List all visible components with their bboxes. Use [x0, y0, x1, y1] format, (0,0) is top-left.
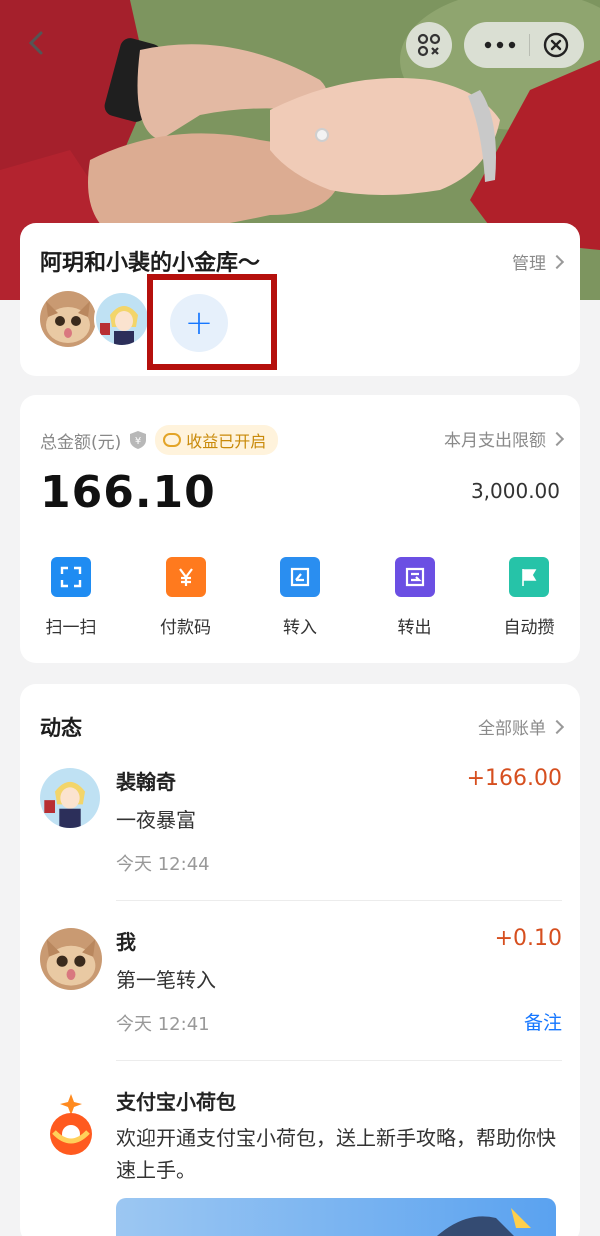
- divider: [116, 1060, 562, 1061]
- shield-yuan-icon[interactable]: ¥: [129, 430, 147, 450]
- activity-note: 第一笔转入: [116, 968, 216, 992]
- manage-link[interactable]: 管理: [512, 249, 565, 274]
- activity-time: 今天 12:44: [116, 854, 210, 875]
- chevron-right-icon: [549, 431, 565, 446]
- earnings-badge-label: 收益已开启: [186, 432, 267, 451]
- promo-text: 欢迎开通支付宝小荷包，送上新手攻略，帮助你快速上手。: [116, 1126, 556, 1182]
- monthly-limit-value: 3,000.00: [470, 479, 560, 503]
- action-scan[interactable]: 扫一扫: [29, 557, 113, 638]
- total-amount-value: 166.10: [40, 467, 216, 518]
- chevron-right-icon: [549, 254, 565, 269]
- activity-card: 动态 全部账单 裴翰奇 一夜暴富 今天 12:44 +166.00 我 第一笔转…: [20, 684, 580, 1236]
- balance-card: 总金额(元) ¥ 收益已开启 本月支出限额 166.10 3,000.00 扫一…: [20, 395, 580, 663]
- activity-avatar-cat: [40, 928, 102, 990]
- divider: [116, 900, 562, 901]
- monthly-limit-label: 本月支出限额: [444, 431, 546, 451]
- activity-time: 今天 12:41: [116, 1014, 210, 1035]
- flag-icon: [509, 557, 549, 597]
- remark-link[interactable]: 备注: [524, 1008, 562, 1035]
- member-avatar-anime[interactable]: [94, 291, 150, 347]
- capsule-menu: [464, 22, 584, 68]
- action-transfer-in[interactable]: 转入: [258, 557, 342, 638]
- highlight-box: [147, 274, 277, 370]
- yuan-icon: [165, 557, 206, 597]
- promo-banner-illustration: [437, 1208, 531, 1236]
- promo-title: 支付宝小荷包: [116, 1090, 236, 1114]
- activity-amount: +166.00: [466, 766, 562, 791]
- all-bills-label: 全部账单: [478, 719, 546, 739]
- activity-user-name: 我: [116, 930, 136, 954]
- transfer-out-icon: [394, 557, 435, 597]
- anime-avatar-icon: [96, 293, 148, 345]
- all-bills-link[interactable]: 全部账单: [478, 714, 565, 739]
- manage-label: 管理: [512, 254, 546, 274]
- close-circle-icon[interactable]: [542, 31, 570, 59]
- earnings-badge[interactable]: 收益已开启: [155, 425, 279, 455]
- activity-note: 一夜暴富: [116, 808, 196, 832]
- scan-icon: [51, 557, 91, 597]
- member-avatar-cat[interactable]: [40, 291, 96, 347]
- cat-avatar-icon: [40, 291, 96, 347]
- action-label: 转出: [397, 618, 432, 638]
- chevron-left-icon: [28, 31, 43, 55]
- activity-amount: +0.10: [494, 926, 562, 951]
- group-card: 阿玥和小裴的小金库～ 管理 +: [20, 223, 580, 376]
- action-label: 自动攒: [503, 618, 555, 638]
- pouch-logo-icon: [50, 1094, 92, 1155]
- back-button[interactable]: [22, 28, 52, 58]
- chevron-right-icon: [549, 719, 565, 734]
- monthly-limit-link[interactable]: 本月支出限额: [444, 426, 565, 451]
- capsule-divider: [528, 34, 530, 56]
- activity-item[interactable]: 我 第一笔转入 今天 12:41 +0.10 备注: [40, 926, 562, 1038]
- svg-text:¥: ¥: [135, 436, 141, 447]
- cat-avatar-icon: [40, 928, 102, 990]
- activity-user-name: 裴翰奇: [116, 770, 176, 794]
- transfer-in-icon: [280, 557, 320, 597]
- action-auto-save[interactable]: 自动攒: [487, 557, 571, 638]
- promo-banner-image[interactable]: [116, 1198, 556, 1236]
- quick-actions: 扫一扫 付款码 转入 转出 自动攒: [20, 557, 580, 638]
- action-label: 付款码: [160, 618, 211, 638]
- coin-icon: [163, 433, 182, 447]
- scan-button[interactable]: [406, 22, 452, 68]
- balance-label-row: 总金额(元) ¥ 收益已开启: [40, 425, 279, 455]
- activity-avatar-anime: [40, 768, 100, 828]
- more-dots-icon[interactable]: [484, 41, 516, 49]
- action-pay-code[interactable]: 付款码: [144, 557, 228, 638]
- action-label: 转入: [283, 618, 317, 638]
- promo-item[interactable]: 支付宝小荷包 欢迎开通支付宝小荷包，送上新手攻略，帮助你快速上手。: [40, 1088, 562, 1198]
- group-title: 阿玥和小裴的小金库～: [40, 251, 261, 276]
- total-amount-label: 总金额(元): [40, 432, 122, 453]
- activity-title: 动态: [40, 716, 82, 740]
- anime-avatar-icon: [40, 768, 100, 828]
- activity-item[interactable]: 裴翰奇 一夜暴富 今天 12:44 +166.00: [40, 766, 562, 878]
- action-transfer-out[interactable]: 转出: [373, 557, 457, 638]
- mini-program-scan-icon: [417, 33, 441, 57]
- action-label: 扫一扫: [45, 618, 97, 638]
